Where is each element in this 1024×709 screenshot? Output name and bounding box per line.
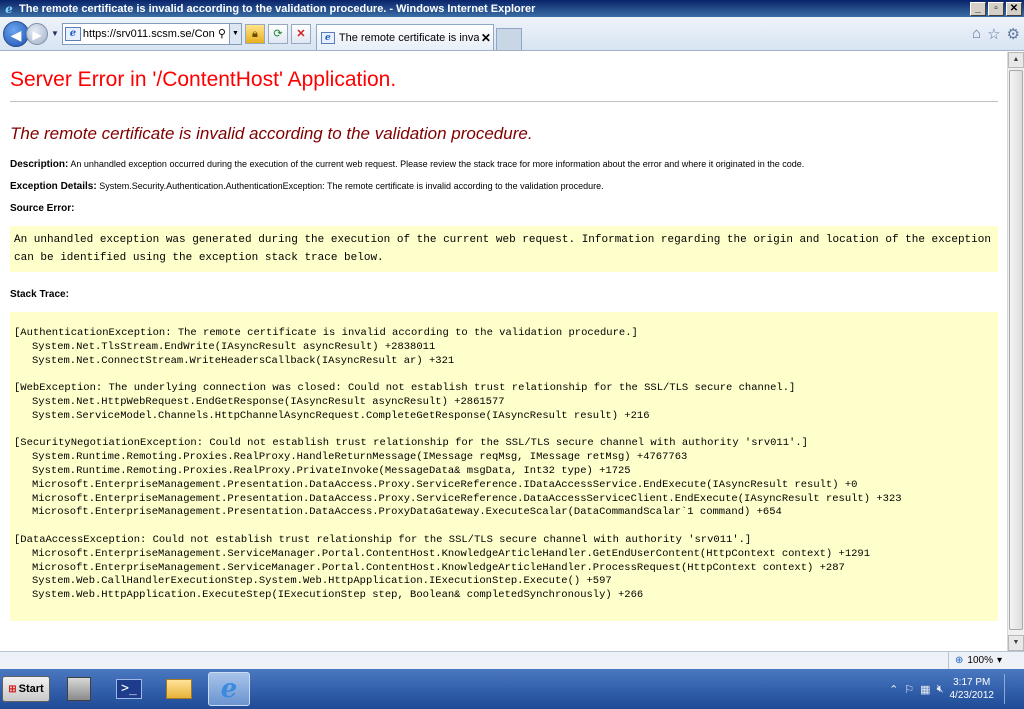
exception-text: System.Security.Authentication.Authentic… [99,181,604,191]
minimize-button[interactable]: _ [970,1,986,16]
tab-page-icon: e [320,31,335,44]
network-icon[interactable]: ▦ [920,683,930,696]
stack-trace-line: [SecurityNegotiationException: Could not… [14,437,808,450]
taskbar-powershell[interactable]: >_ [108,672,150,706]
zoom-magnifier-icon: ⊕ [955,655,964,666]
stack-trace-label: Stack Trace: [10,289,69,300]
source-error-label: Source Error: [10,203,75,214]
stack-trace-line: [AuthenticationException: The remote cer… [14,327,638,339]
taskbar-explorer[interactable] [158,672,200,706]
new-tab-button[interactable] [495,28,522,50]
page-icon: e [64,26,81,41]
tools-gear-icon[interactable]: ⚙ [1007,25,1020,43]
folder-icon [166,679,192,699]
favorites-star-icon[interactable]: ☆ [987,25,1000,43]
description: Description: An unhandled exception occu… [10,159,998,170]
stop-button[interactable]: ✕ [290,23,311,44]
server-manager-icon [67,677,91,701]
exception-label: Exception Details: [10,181,97,192]
tab-label: The remote certificate is inva... [338,31,479,44]
show-hidden-icons-chevron-icon[interactable]: ⌃ [889,683,898,696]
zoom-dropdown-icon[interactable]: ▾ [997,655,1002,666]
stack-trace-gap [14,424,994,438]
browser-command-icons: ⌂ ☆ ⚙ [972,25,1020,43]
stack-trace-line: System.Net.HttpWebRequest.EndGetResponse… [32,395,505,408]
taskbar-internet-explorer[interactable]: e [208,672,250,706]
clock[interactable]: 3:17 PM 4/23/2012 [950,676,995,702]
tab-close-icon[interactable]: ✕ [479,31,493,45]
powershell-icon: >_ [116,679,142,699]
close-button[interactable]: ✕ [1006,1,1022,16]
internet-explorer-icon: e [5,1,13,16]
stack-trace-line: Microsoft.EnterpriseManagement.Presentat… [32,478,858,491]
stack-trace-line: System.Net.ConnectStream.WriteHeadersCal… [32,354,455,367]
stack-trace-line: System.Runtime.Remoting.Proxies.RealProx… [32,464,631,477]
security-lock-icon[interactable]: 🔒︎ [244,23,265,44]
stack-trace-gap [14,520,994,534]
home-icon[interactable]: ⌂ [972,25,981,43]
page-content: Server Error in '/ContentHost' Applicati… [0,52,1007,651]
browser-tab[interactable]: e The remote certificate is inva... ✕ [315,24,494,50]
stack-trace-line: Microsoft.EnterpriseManagement.ServiceMa… [32,547,871,560]
forward-button[interactable]: ▶ [26,22,48,45]
windows-flag-icon: ⊞ [8,683,17,695]
system-tray: ⌃ ⚐ ▦ 🔇︎ 3:17 PM 4/23/2012 [883,674,1024,704]
server-error-title: Server Error in '/ContentHost' Applicati… [10,68,397,91]
clock-time: 3:17 PM [953,677,991,688]
stack-trace-gap [14,368,994,382]
scroll-down-arrow-icon[interactable]: ▼ [1008,635,1024,651]
vertical-scrollbar[interactable]: ▲ ▼ [1007,52,1024,651]
action-center-flag-icon[interactable]: ⚐ [904,683,914,696]
stack-trace-line: [DataAccessException: Could not establis… [14,533,752,546]
taskbar-server-manager[interactable] [58,672,100,706]
stack-trace-line: Microsoft.EnterpriseManagement.Presentat… [32,506,782,519]
recent-pages-dropdown[interactable]: ▼ [51,29,59,38]
scrollbar-thumb[interactable] [1009,70,1023,630]
stack-trace-line: Microsoft.EnterpriseManagement.ServiceMa… [32,561,845,574]
description-label: Description: [10,159,69,170]
stack-trace-line: [WebException: The underlying connection… [14,382,796,395]
navigation-bar: ◀ ▶ ▼ e https://srv011.scsm.se/Con ⚲ ▼ 🔒… [0,17,1024,51]
zoom-control[interactable]: ⊕ 100% ▾ [948,652,1008,669]
window-title-bar: e The remote certificate is invalid acco… [0,0,1024,17]
description-text: An unhandled exception occurred during t… [70,159,805,169]
stack-trace-line: System.Web.HttpApplication.ExecuteStep(I… [32,589,644,602]
stack-trace-line: System.ServiceModel.Channels.HttpChannel… [32,409,650,422]
clock-date: 4/23/2012 [949,690,995,701]
scroll-up-arrow-icon[interactable]: ▲ [1008,52,1024,68]
divider [10,101,998,102]
status-bar: ⊕ 100% ▾ [0,651,1024,669]
zoom-level: 100% [967,655,993,666]
volume-muted-icon[interactable]: 🔇︎ [937,683,944,696]
error-title: The remote certificate is invalid accord… [10,124,533,143]
stack-trace-line: Microsoft.EnterpriseManagement.Presentat… [32,492,902,505]
window-title: The remote certificate is invalid accord… [19,2,536,15]
stack-trace-line: System.Web.CallHandlerExecutionStep.Syst… [32,575,612,588]
stack-trace-line: System.Runtime.Remoting.Proxies.RealProx… [32,451,688,464]
refresh-button[interactable]: ⟳ [267,23,288,44]
address-url[interactable]: https://srv011.scsm.se/Con [83,28,215,40]
stack-trace-box: [AuthenticationException: The remote cer… [10,312,998,621]
start-button[interactable]: ⊞ Start [2,676,50,702]
source-error-box: An unhandled exception was generated dur… [10,226,998,272]
window-controls: _ ▫ ✕ [970,1,1022,16]
search-icon[interactable]: ⚲ [215,27,229,40]
show-desktop-button[interactable] [1004,674,1018,704]
address-dropdown-button[interactable]: ▼ [228,23,241,44]
stack-trace-line: System.Net.TlsStream.EndWrite(IAsyncResu… [32,340,436,353]
taskbar: ⊞ Start >_ e ⌃ ⚐ ▦ 🔇︎ 3:17 PM 4/23/2012 [0,669,1024,709]
address-bar[interactable]: e https://srv011.scsm.se/Con ⚲ ▼ [61,22,242,45]
exception-details: Exception Details: System.Security.Authe… [10,181,998,192]
internet-explorer-taskbar-icon: e [220,674,238,704]
maximize-button[interactable]: ▫ [988,1,1004,16]
start-label: Start [18,683,44,695]
